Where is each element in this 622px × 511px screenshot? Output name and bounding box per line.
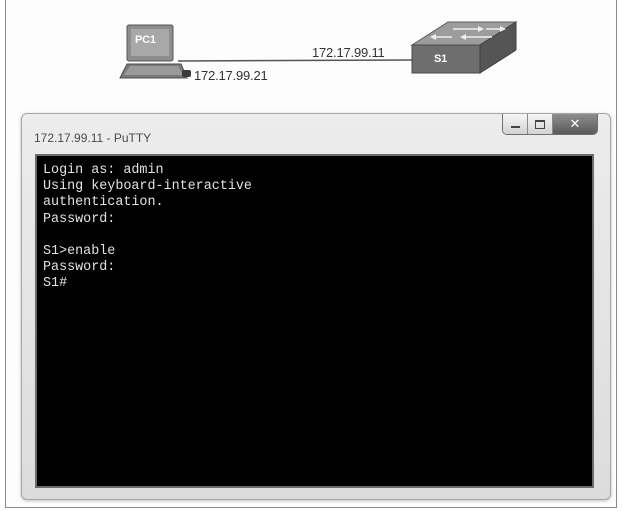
network-topology: PC1 S1 172.17.99.21 172.17.99.11	[0, 0, 622, 100]
window-title: 172.17.99.11 - PuTTY	[34, 131, 152, 145]
close-button[interactable]: ✕	[553, 114, 597, 134]
window-controls: ✕	[502, 114, 598, 135]
terminal-prompt: S1#	[43, 276, 68, 292]
terminal-line: Password:	[43, 211, 116, 227]
switch-icon	[410, 21, 518, 74]
close-icon: ✕	[569, 116, 581, 132]
terminal-line: Password:	[43, 260, 116, 276]
switch-ip-address: 172.17.99.11	[312, 45, 385, 60]
network-link	[177, 59, 413, 62]
minimize-button[interactable]	[503, 114, 528, 134]
putty-window: 172.17.99.11 - PuTTY ✕ Login as: admin U…	[21, 113, 611, 500]
pc-icon	[119, 24, 191, 79]
terminal-line: S1>enable	[43, 243, 116, 259]
window-titlebar[interactable]: 172.17.99.11 - PuTTY ✕	[22, 114, 610, 154]
maximize-button[interactable]	[528, 114, 553, 134]
terminal-line: Using keyboard-interactive	[43, 179, 252, 195]
maximize-icon	[535, 119, 545, 129]
pc-label: PC1	[135, 34, 156, 46]
minimize-icon	[510, 126, 520, 128]
pc-ip-address: 172.17.99.21	[194, 68, 268, 83]
topology-drawing	[119, 21, 518, 79]
terminal-line: authentication.	[43, 195, 164, 211]
terminal-screen[interactable]: Login as: admin Using keyboard-interacti…	[35, 154, 594, 488]
terminal-line: Login as: admin	[43, 163, 164, 178]
switch-label: S1	[434, 53, 448, 65]
